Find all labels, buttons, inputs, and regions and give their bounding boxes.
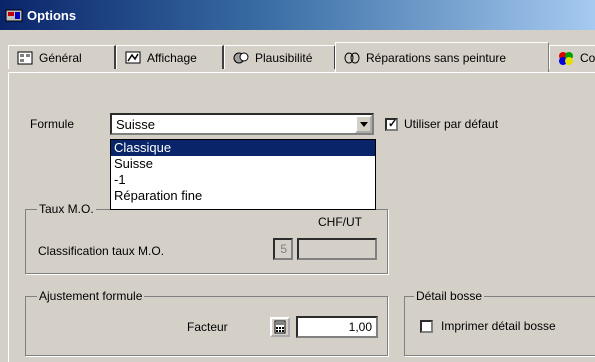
calculator-button[interactable]: [270, 317, 290, 337]
tab-general[interactable]: Général: [8, 45, 116, 69]
tab-affichage[interactable]: Affichage: [116, 45, 224, 69]
tab-general-label: Général: [39, 51, 82, 65]
tab-plausibilite[interactable]: Plausibilité: [224, 45, 336, 69]
title-bar: Options: [0, 0, 595, 30]
tab-couleurs-label: Co: [580, 51, 595, 65]
formule-dropdown-button[interactable]: [355, 115, 372, 133]
formule-option-minus-one[interactable]: -1: [111, 172, 375, 188]
utiliser-par-defaut-label: Utiliser par défaut: [404, 117, 499, 131]
formule-option-classique[interactable]: Classique: [111, 140, 375, 156]
chevron-down-icon: [360, 122, 368, 127]
detail-bosse-title: Détail bosse: [414, 289, 485, 303]
classification-label: Classification taux M.O.: [38, 244, 165, 258]
utiliser-par-defaut-checkbox[interactable]: ✓: [385, 118, 398, 131]
taux-mo-title: Taux M.O.: [37, 202, 96, 216]
formule-dropdown-list: Classique Suisse -1 Réparation fine: [110, 139, 376, 210]
general-icon: [17, 51, 33, 65]
chf-ut-field: [297, 238, 377, 260]
display-icon: [125, 51, 141, 64]
window-title: Options: [27, 8, 77, 23]
facteur-input[interactable]: 1,00: [296, 316, 378, 338]
tab-reparations-label: Réparations sans peinture: [366, 51, 507, 65]
tab-couleurs[interactable]: Co: [549, 45, 595, 69]
facteur-value: 1,00: [348, 320, 372, 334]
formule-combobox[interactable]: Suisse: [110, 113, 374, 135]
plausibility-icon: [233, 52, 249, 64]
color-icon: [559, 52, 573, 65]
classification-value: 5: [280, 242, 287, 256]
tab-strip: Général Affichage Plausibilité Réparatio…: [8, 42, 595, 73]
formule-option-suisse[interactable]: Suisse: [111, 156, 375, 172]
repair-icon: [344, 52, 360, 64]
tab-reparations-sans-peinture[interactable]: Réparations sans peinture: [335, 42, 549, 72]
calculator-icon: [274, 320, 286, 334]
options-window-icon: [5, 9, 23, 22]
imprimer-detail-bosse-checkbox[interactable]: [420, 320, 433, 333]
chf-ut-header: CHF/UT: [318, 215, 362, 229]
tab-affichage-label: Affichage: [147, 51, 197, 65]
checkmark-icon: ✓: [388, 118, 398, 130]
formule-value: Suisse: [116, 117, 156, 132]
formule-option-reparation-fine[interactable]: Réparation fine: [111, 188, 375, 204]
tab-plausibilite-label: Plausibilité: [255, 51, 313, 65]
facteur-label: Facteur: [187, 320, 228, 334]
classification-value-field: 5: [273, 238, 293, 260]
formule-label: Formule: [30, 117, 75, 131]
imprimer-detail-bosse-label: Imprimer détail bosse: [441, 319, 556, 333]
ajustement-formule-title: Ajustement formule: [37, 289, 145, 303]
